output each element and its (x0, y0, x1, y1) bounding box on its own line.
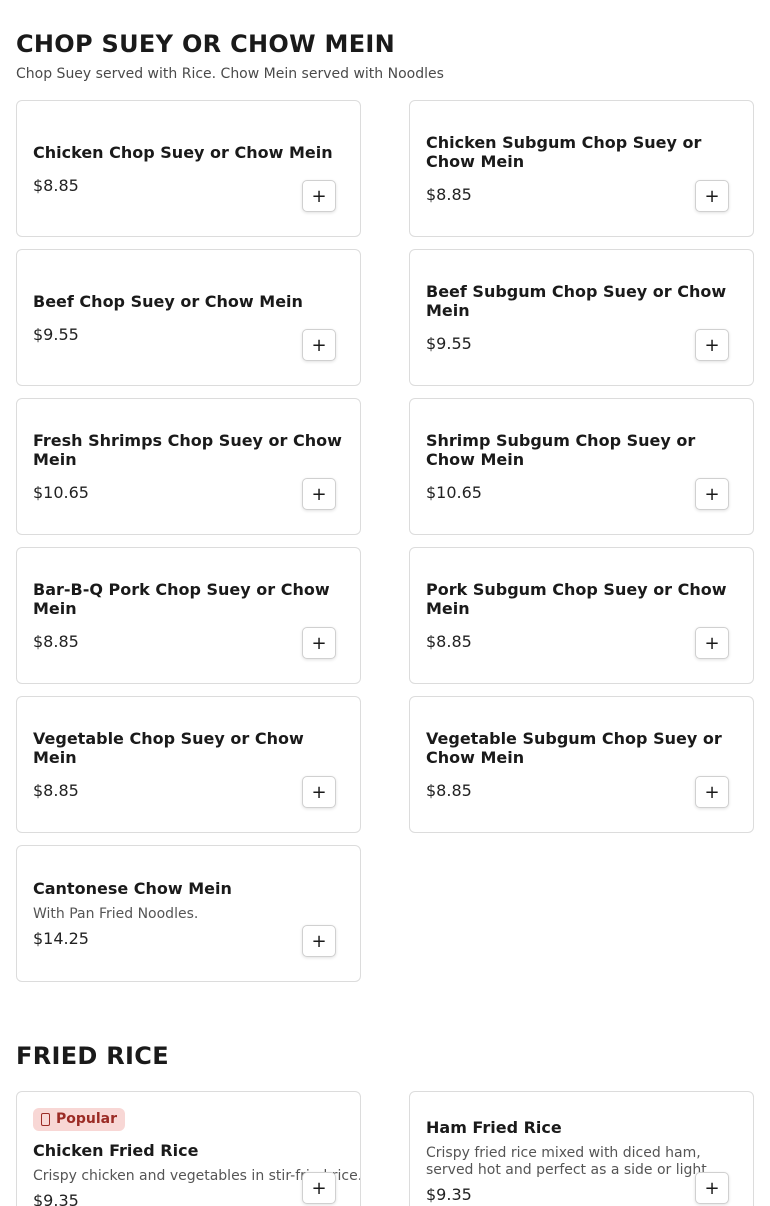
item-description: Crispy fried rice mixed with diced ham, … (426, 1145, 707, 1178)
item-name: Chicken Chop Suey or Chow Mein (33, 142, 333, 162)
item-price: $8.85 (33, 781, 79, 800)
item-name: Beef Subgum Chop Suey or Chow Mein (426, 282, 727, 320)
menu-item-card[interactable]: Chicken Chop Suey or Chow Mein $8.85 + (16, 100, 361, 237)
plus-icon: + (704, 483, 720, 505)
add-to-cart-button[interactable]: + (302, 776, 336, 808)
section-title: FRIED RICE (16, 1042, 169, 1070)
add-to-cart-button[interactable]: + (302, 329, 336, 361)
plus-icon: + (704, 185, 720, 207)
item-name: Chicken Subgum Chop Suey or Chow Mein (426, 133, 702, 171)
menu-item-card[interactable]: Bar-B-Q Pork Chop Suey or Chow Mein $8.8… (16, 547, 361, 684)
section-subtitle: Chop Suey served with Rice. Chow Mein se… (16, 66, 444, 82)
menu-item-card[interactable]: Cantonese Chow Mein With Pan Fried Noodl… (16, 845, 361, 982)
item-description: With Pan Fried Noodles. (33, 906, 199, 922)
plus-icon: + (704, 1177, 720, 1199)
section-chop-suey: CHOP SUEY OR CHOW MEIN Chop Suey served … (16, 30, 754, 82)
item-name: Fresh Shrimps Chop Suey or Chow Mein (33, 431, 342, 469)
item-price: $8.85 (426, 632, 472, 651)
menu-item-card[interactable]: Beef Subgum Chop Suey or Chow Mein $9.55… (409, 249, 754, 386)
plus-icon: + (704, 334, 720, 356)
plus-icon: + (311, 334, 327, 356)
add-to-cart-button[interactable]: + (302, 478, 336, 510)
plus-icon: + (311, 1177, 327, 1199)
plus-icon: + (311, 483, 327, 505)
menu-item-card[interactable]: Fresh Shrimps Chop Suey or Chow Mein $10… (16, 398, 361, 535)
badge-label: Popular (56, 1111, 118, 1127)
menu-item-card[interactable]: Shrimp Subgum Chop Suey or Chow Mein $10… (409, 398, 754, 535)
item-price: $9.55 (33, 324, 79, 344)
plus-icon: + (704, 781, 720, 803)
menu-item-card[interactable]: Popular Chicken Fried Rice Crispy chicke… (16, 1091, 361, 1206)
item-price: $8.85 (426, 185, 472, 204)
item-description: Crispy chicken and vegetables in stir-fr… (33, 1168, 361, 1184)
item-price: $8.85 (33, 175, 79, 195)
add-to-cart-button[interactable]: + (302, 1172, 336, 1204)
menu-item-card[interactable]: Ham Fried Rice Crispy fried rice mixed w… (409, 1091, 754, 1206)
item-name: Vegetable Subgum Chop Suey or Chow Mein (426, 729, 722, 767)
section-fried-rice: FRIED RICE (16, 1042, 754, 1070)
item-name: Pork Subgum Chop Suey or Chow Mein (426, 580, 727, 618)
item-name: Beef Chop Suey or Chow Mein (33, 291, 303, 311)
plus-icon: + (311, 781, 327, 803)
plus-icon: + (311, 185, 327, 207)
item-price: $9.55 (426, 334, 472, 353)
add-to-cart-button[interactable]: + (695, 180, 729, 212)
add-to-cart-button[interactable]: + (695, 1172, 729, 1204)
add-to-cart-button[interactable]: + (302, 925, 336, 957)
item-name: Shrimp Subgum Chop Suey or Chow Mein (426, 431, 696, 469)
menu-item-card[interactable]: Chicken Subgum Chop Suey or Chow Mein $8… (409, 100, 754, 237)
item-name: Vegetable Chop Suey or Chow Mein (33, 729, 304, 767)
menu-item-card[interactable]: Vegetable Subgum Chop Suey or Chow Mein … (409, 696, 754, 833)
item-name: Bar-B-Q Pork Chop Suey or Chow Mein (33, 580, 330, 618)
item-price: $9.35 (426, 1185, 472, 1204)
add-to-cart-button[interactable]: + (302, 627, 336, 659)
item-price: $14.25 (33, 929, 89, 948)
plus-icon: + (311, 930, 327, 952)
add-to-cart-button[interactable]: + (695, 478, 729, 510)
popular-badge: Popular (33, 1108, 126, 1131)
menu-item-card[interactable]: Pork Subgum Chop Suey or Chow Mein $8.85… (409, 547, 754, 684)
item-price: $8.85 (33, 632, 79, 651)
item-name: Cantonese Chow Mein (33, 879, 232, 898)
plus-icon: + (704, 632, 720, 654)
add-to-cart-button[interactable]: + (695, 776, 729, 808)
section-title: CHOP SUEY OR CHOW MEIN (16, 30, 396, 58)
item-price: $9.35 (33, 1191, 79, 1206)
item-price: $8.85 (426, 781, 472, 800)
add-to-cart-button[interactable]: + (695, 627, 729, 659)
item-name: Ham Fried Rice (426, 1118, 562, 1137)
item-name: Chicken Fried Rice (33, 1141, 199, 1160)
plus-icon: + (311, 632, 327, 654)
item-price: $10.65 (426, 483, 482, 502)
add-to-cart-button[interactable]: + (302, 180, 336, 212)
add-to-cart-button[interactable]: + (695, 329, 729, 361)
item-price: $10.65 (33, 483, 89, 502)
menu-item-card[interactable]: Vegetable Chop Suey or Chow Mein $8.85 + (16, 696, 361, 833)
popular-icon (41, 1112, 50, 1126)
menu-item-card[interactable]: Beef Chop Suey or Chow Mein $9.55 + (16, 249, 361, 386)
